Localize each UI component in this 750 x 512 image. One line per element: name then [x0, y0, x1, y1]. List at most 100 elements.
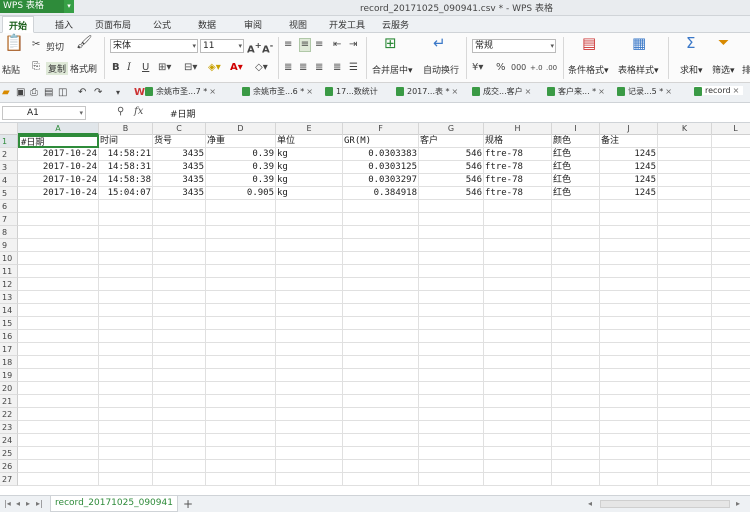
empty-cell[interactable]	[552, 252, 600, 265]
empty-cell[interactable]	[18, 226, 99, 239]
table-cell[interactable]: GR(M)	[343, 135, 419, 148]
table-cell[interactable]: 3435	[153, 187, 206, 200]
empty-cell[interactable]	[153, 447, 206, 460]
font-color-icon[interactable]: A▾	[230, 62, 243, 74]
empty-cell[interactable]	[712, 473, 750, 486]
empty-cell[interactable]	[658, 135, 712, 148]
clear-format-icon[interactable]: ◇▾	[255, 62, 268, 74]
align-left-icon[interactable]: ≣	[284, 62, 292, 74]
row-header[interactable]: 23	[0, 421, 18, 434]
doc-tab[interactable]: 2017...表 * ×	[396, 86, 458, 97]
empty-cell[interactable]	[600, 447, 658, 460]
empty-cell[interactable]	[658, 265, 712, 278]
table-cell[interactable]: 0.39	[206, 148, 276, 161]
empty-cell[interactable]	[206, 265, 276, 278]
empty-cell[interactable]	[153, 395, 206, 408]
empty-cell[interactable]	[600, 421, 658, 434]
empty-cell[interactable]	[552, 213, 600, 226]
tab-review[interactable]: 审阅	[244, 18, 262, 31]
column-header[interactable]: J	[600, 123, 658, 135]
empty-cell[interactable]	[99, 200, 153, 213]
empty-cell[interactable]	[484, 343, 552, 356]
empty-cell[interactable]	[712, 135, 750, 148]
empty-cell[interactable]	[484, 291, 552, 304]
empty-cell[interactable]	[276, 382, 343, 395]
paste-button[interactable]: 粘贴	[2, 63, 20, 76]
close-icon[interactable]: ×	[525, 87, 532, 96]
close-icon[interactable]: ×	[452, 87, 459, 96]
row-header[interactable]: 3	[0, 161, 18, 174]
empty-cell[interactable]	[343, 343, 419, 356]
doc-tab-active[interactable]: record ×	[694, 86, 744, 96]
column-header[interactable]: K	[658, 123, 712, 135]
empty-cell[interactable]	[343, 473, 419, 486]
empty-cell[interactable]	[600, 317, 658, 330]
sum-button[interactable]: 求和▾	[680, 63, 703, 76]
redo-icon[interactable]: ↷	[94, 87, 102, 99]
tab-home[interactable]: 开始	[2, 16, 35, 33]
empty-cell[interactable]	[18, 291, 99, 304]
table-cell[interactable]: 2017-10-24	[18, 148, 99, 161]
row-header[interactable]: 14	[0, 304, 18, 317]
empty-cell[interactable]	[658, 252, 712, 265]
empty-cell[interactable]	[99, 213, 153, 226]
empty-cell[interactable]	[658, 278, 712, 291]
align-top-icon[interactable]: ≡	[284, 39, 292, 51]
row-header[interactable]: 12	[0, 278, 18, 291]
tab-cloud[interactable]: 云服务	[382, 18, 409, 31]
empty-cell[interactable]	[276, 421, 343, 434]
empty-cell[interactable]	[343, 317, 419, 330]
empty-cell[interactable]	[658, 395, 712, 408]
row-header[interactable]: 16	[0, 330, 18, 343]
table-cell[interactable]: 3435	[153, 174, 206, 187]
empty-cell[interactable]	[153, 343, 206, 356]
empty-cell[interactable]	[276, 473, 343, 486]
empty-cell[interactable]	[343, 356, 419, 369]
table-cell[interactable]: 0.39	[206, 174, 276, 187]
empty-cell[interactable]	[658, 213, 712, 226]
row-header[interactable]: 15	[0, 317, 18, 330]
empty-cell[interactable]	[552, 408, 600, 421]
empty-cell[interactable]	[419, 395, 484, 408]
empty-cell[interactable]	[343, 291, 419, 304]
empty-cell[interactable]	[276, 330, 343, 343]
empty-cell[interactable]	[600, 278, 658, 291]
empty-cell[interactable]	[419, 213, 484, 226]
empty-cell[interactable]	[206, 473, 276, 486]
empty-cell[interactable]	[99, 252, 153, 265]
row-header[interactable]: 24	[0, 434, 18, 447]
merge-icon[interactable]: ⊟▾	[184, 62, 197, 74]
empty-cell[interactable]	[18, 369, 99, 382]
table-cell[interactable]: 2017-10-24	[18, 174, 99, 187]
empty-cell[interactable]	[153, 408, 206, 421]
row-header[interactable]: 20	[0, 382, 18, 395]
table-cell[interactable]: ftre-78	[484, 148, 552, 161]
empty-cell[interactable]	[18, 343, 99, 356]
empty-cell[interactable]	[343, 369, 419, 382]
empty-cell[interactable]	[343, 330, 419, 343]
column-header[interactable]: L	[712, 123, 750, 135]
conditional-format-button[interactable]: 条件格式▾	[568, 63, 609, 76]
empty-cell[interactable]	[206, 369, 276, 382]
row-header[interactable]: 27	[0, 473, 18, 486]
empty-cell[interactable]	[276, 434, 343, 447]
empty-cell[interactable]	[18, 200, 99, 213]
table-cell[interactable]: kg	[276, 161, 343, 174]
empty-cell[interactable]	[712, 421, 750, 434]
empty-cell[interactable]	[658, 447, 712, 460]
active-cell[interactable]: #日期	[18, 135, 99, 148]
empty-cell[interactable]	[600, 252, 658, 265]
empty-cell[interactable]	[712, 343, 750, 356]
row-header[interactable]: 13	[0, 291, 18, 304]
empty-cell[interactable]	[276, 278, 343, 291]
empty-cell[interactable]	[658, 161, 712, 174]
column-header[interactable]: C	[153, 123, 206, 135]
table-cell[interactable]: 备注	[600, 135, 658, 148]
empty-cell[interactable]	[712, 395, 750, 408]
empty-cell[interactable]	[18, 330, 99, 343]
empty-cell[interactable]	[484, 421, 552, 434]
empty-cell[interactable]	[343, 382, 419, 395]
increase-decimal-icon[interactable]: +.0	[530, 62, 543, 74]
sort-button[interactable]: 排	[742, 63, 750, 76]
row-header[interactable]: 11	[0, 265, 18, 278]
